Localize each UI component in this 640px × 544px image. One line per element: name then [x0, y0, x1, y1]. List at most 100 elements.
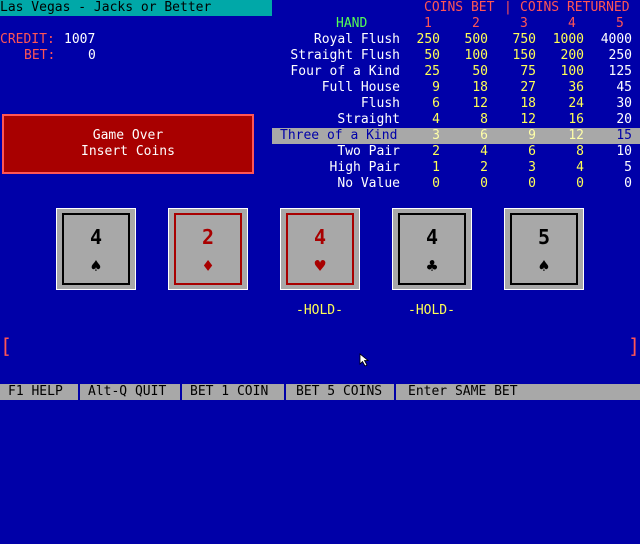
card-face: 4 ♥ [286, 213, 354, 285]
paytable-payout: 12 [568, 128, 584, 143]
coin-column-3: 3 [520, 16, 528, 31]
paytable-payout: 15 [616, 128, 632, 143]
card-face: 4 ♠ [62, 213, 130, 285]
paytable-payout: 18 [520, 96, 536, 111]
card-face: 5 ♠ [510, 213, 578, 285]
card-1[interactable]: 4 ♠ [56, 208, 136, 290]
paytable-payout: 750 [512, 32, 536, 47]
right-bracket: ] [628, 334, 640, 358]
paytable-payout: 12 [520, 112, 536, 127]
paytable-payout: 36 [568, 80, 584, 95]
message-line-1: Game Over [92, 128, 164, 143]
card-rank: 5 [537, 225, 551, 249]
bet-one-coin-key[interactable]: BET 1 COIN [190, 384, 268, 400]
paytable-payout: 3 [528, 160, 536, 175]
paytable-hand-name: Three of a Kind [280, 128, 398, 143]
paytable-payout: 25 [424, 64, 440, 79]
paytable-hand-name: High Pair [329, 160, 400, 175]
paytable-row: Three of a Kind 3 6 9 12 15 [272, 128, 640, 144]
paytable-payout: 250 [608, 48, 632, 63]
paytable-payout: 5 [624, 160, 632, 175]
paytable-payout: 9 [432, 80, 440, 95]
paytable-payout: 100 [464, 48, 488, 63]
paytable-hand-name: Royal Flush [313, 32, 400, 47]
paytable-payout: 0 [480, 176, 488, 191]
paytable-row: Straight Flush 50 100 150 200 250 [272, 48, 640, 64]
paytable-payout: 20 [616, 112, 632, 127]
paytable-payout: 4000 [600, 32, 632, 47]
paytable-payout: 200 [560, 48, 584, 63]
spade-suit-icon: ♠ [538, 256, 550, 277]
paytable-payout: 16 [568, 112, 584, 127]
coin-column-4: 4 [568, 16, 576, 31]
paytable-payout: 6 [480, 128, 488, 143]
bet-five-coins-key[interactable]: BET 5 COINS [296, 384, 382, 400]
paytable-payout: 8 [480, 112, 488, 127]
card-2[interactable]: 2 ♦ [168, 208, 248, 290]
hold-indicator: -HOLD- [408, 303, 455, 318]
card-5[interactable]: 5 ♠ [504, 208, 584, 290]
paytable-payout: 0 [432, 176, 440, 191]
paytable-payout: 4 [432, 112, 440, 127]
paytable-row: Four of a Kind 25 50 75 100 125 [272, 64, 640, 80]
coin-column-1: 1 [424, 16, 432, 31]
paytable-row: No Value 0 0 0 0 0 [272, 176, 640, 192]
paytable-payout: 9 [528, 128, 536, 143]
paytable-payout: 500 [464, 32, 488, 47]
paytable-payout: 4 [480, 144, 488, 159]
paytable-payout: 10 [616, 144, 632, 159]
paytable-payout: 2 [480, 160, 488, 175]
card-rank: 4 [313, 225, 327, 249]
paytable-payout: 27 [520, 80, 536, 95]
bet-value: 0 [88, 48, 96, 63]
paytable-row: Flush 6 12 18 24 30 [272, 96, 640, 112]
paytable-payout: 150 [512, 48, 536, 63]
paytable-payout: 2 [432, 144, 440, 159]
paytable-payout: 75 [520, 64, 536, 79]
quit-key[interactable]: Alt-Q QUIT [88, 384, 166, 400]
paytable-payout: 30 [616, 96, 632, 111]
title-bar: Las Vegas - Jacks or Better [0, 0, 272, 16]
paytable-payout: 50 [472, 64, 488, 79]
club-suit-icon: ♣ [426, 256, 438, 277]
hold-indicator: -HOLD- [296, 303, 343, 318]
coins-bet-header: COINS BET [424, 0, 495, 15]
card-face: 2 ♦ [174, 213, 242, 285]
paytable-row: Royal Flush 250 500 750 1000 4000 [272, 32, 640, 48]
paytable-payout: 0 [528, 176, 536, 191]
card-3[interactable]: 4 ♥ [280, 208, 360, 290]
coin-column-2: 2 [472, 16, 480, 31]
footer-divider [394, 384, 396, 400]
paytable-payout: 8 [576, 144, 584, 159]
diamond-suit-icon: ♦ [202, 256, 214, 277]
heart-suit-icon: ♥ [314, 256, 326, 277]
credit-value: 1007 [64, 32, 96, 47]
help-key[interactable]: F1 HELP [8, 384, 63, 400]
paytable-row: Straight 4 8 12 16 20 [272, 112, 640, 128]
paytable-hand-name: Straight Flush [290, 48, 400, 63]
card-face: 4 ♣ [398, 213, 466, 285]
footer-divider [284, 384, 286, 400]
card-rank: 4 [425, 225, 439, 249]
paytable-payout: 0 [576, 176, 584, 191]
paytable-payout: 1000 [552, 32, 584, 47]
paytable-payout: 3 [432, 128, 440, 143]
paytable-payout: 4 [576, 160, 584, 175]
paytable-payout: 100 [560, 64, 584, 79]
paytable-payout: 6 [432, 96, 440, 111]
paytable-row: High Pair 1 2 3 4 5 [272, 160, 640, 176]
card-4[interactable]: 4 ♣ [392, 208, 472, 290]
paytable-payout: 6 [528, 144, 536, 159]
message-box: Game Over Insert Coins [2, 114, 254, 174]
paytable-row: Full House 9 18 27 36 45 [272, 80, 640, 96]
coin-column-5: 5 [616, 16, 624, 31]
same-bet-key[interactable]: Enter SAME BET [408, 384, 518, 400]
left-bracket: [ [0, 334, 13, 358]
paytable-payout: 0 [624, 176, 632, 191]
mouse-pointer-icon [343, 337, 371, 372]
card-rank: 4 [89, 225, 103, 249]
paytable-hand-name: Full House [321, 80, 400, 95]
coins-returned-header: COINS RETURNED [520, 0, 630, 15]
paytable-hand-name: Flush [360, 96, 400, 111]
hand-header: HAND [336, 16, 368, 31]
